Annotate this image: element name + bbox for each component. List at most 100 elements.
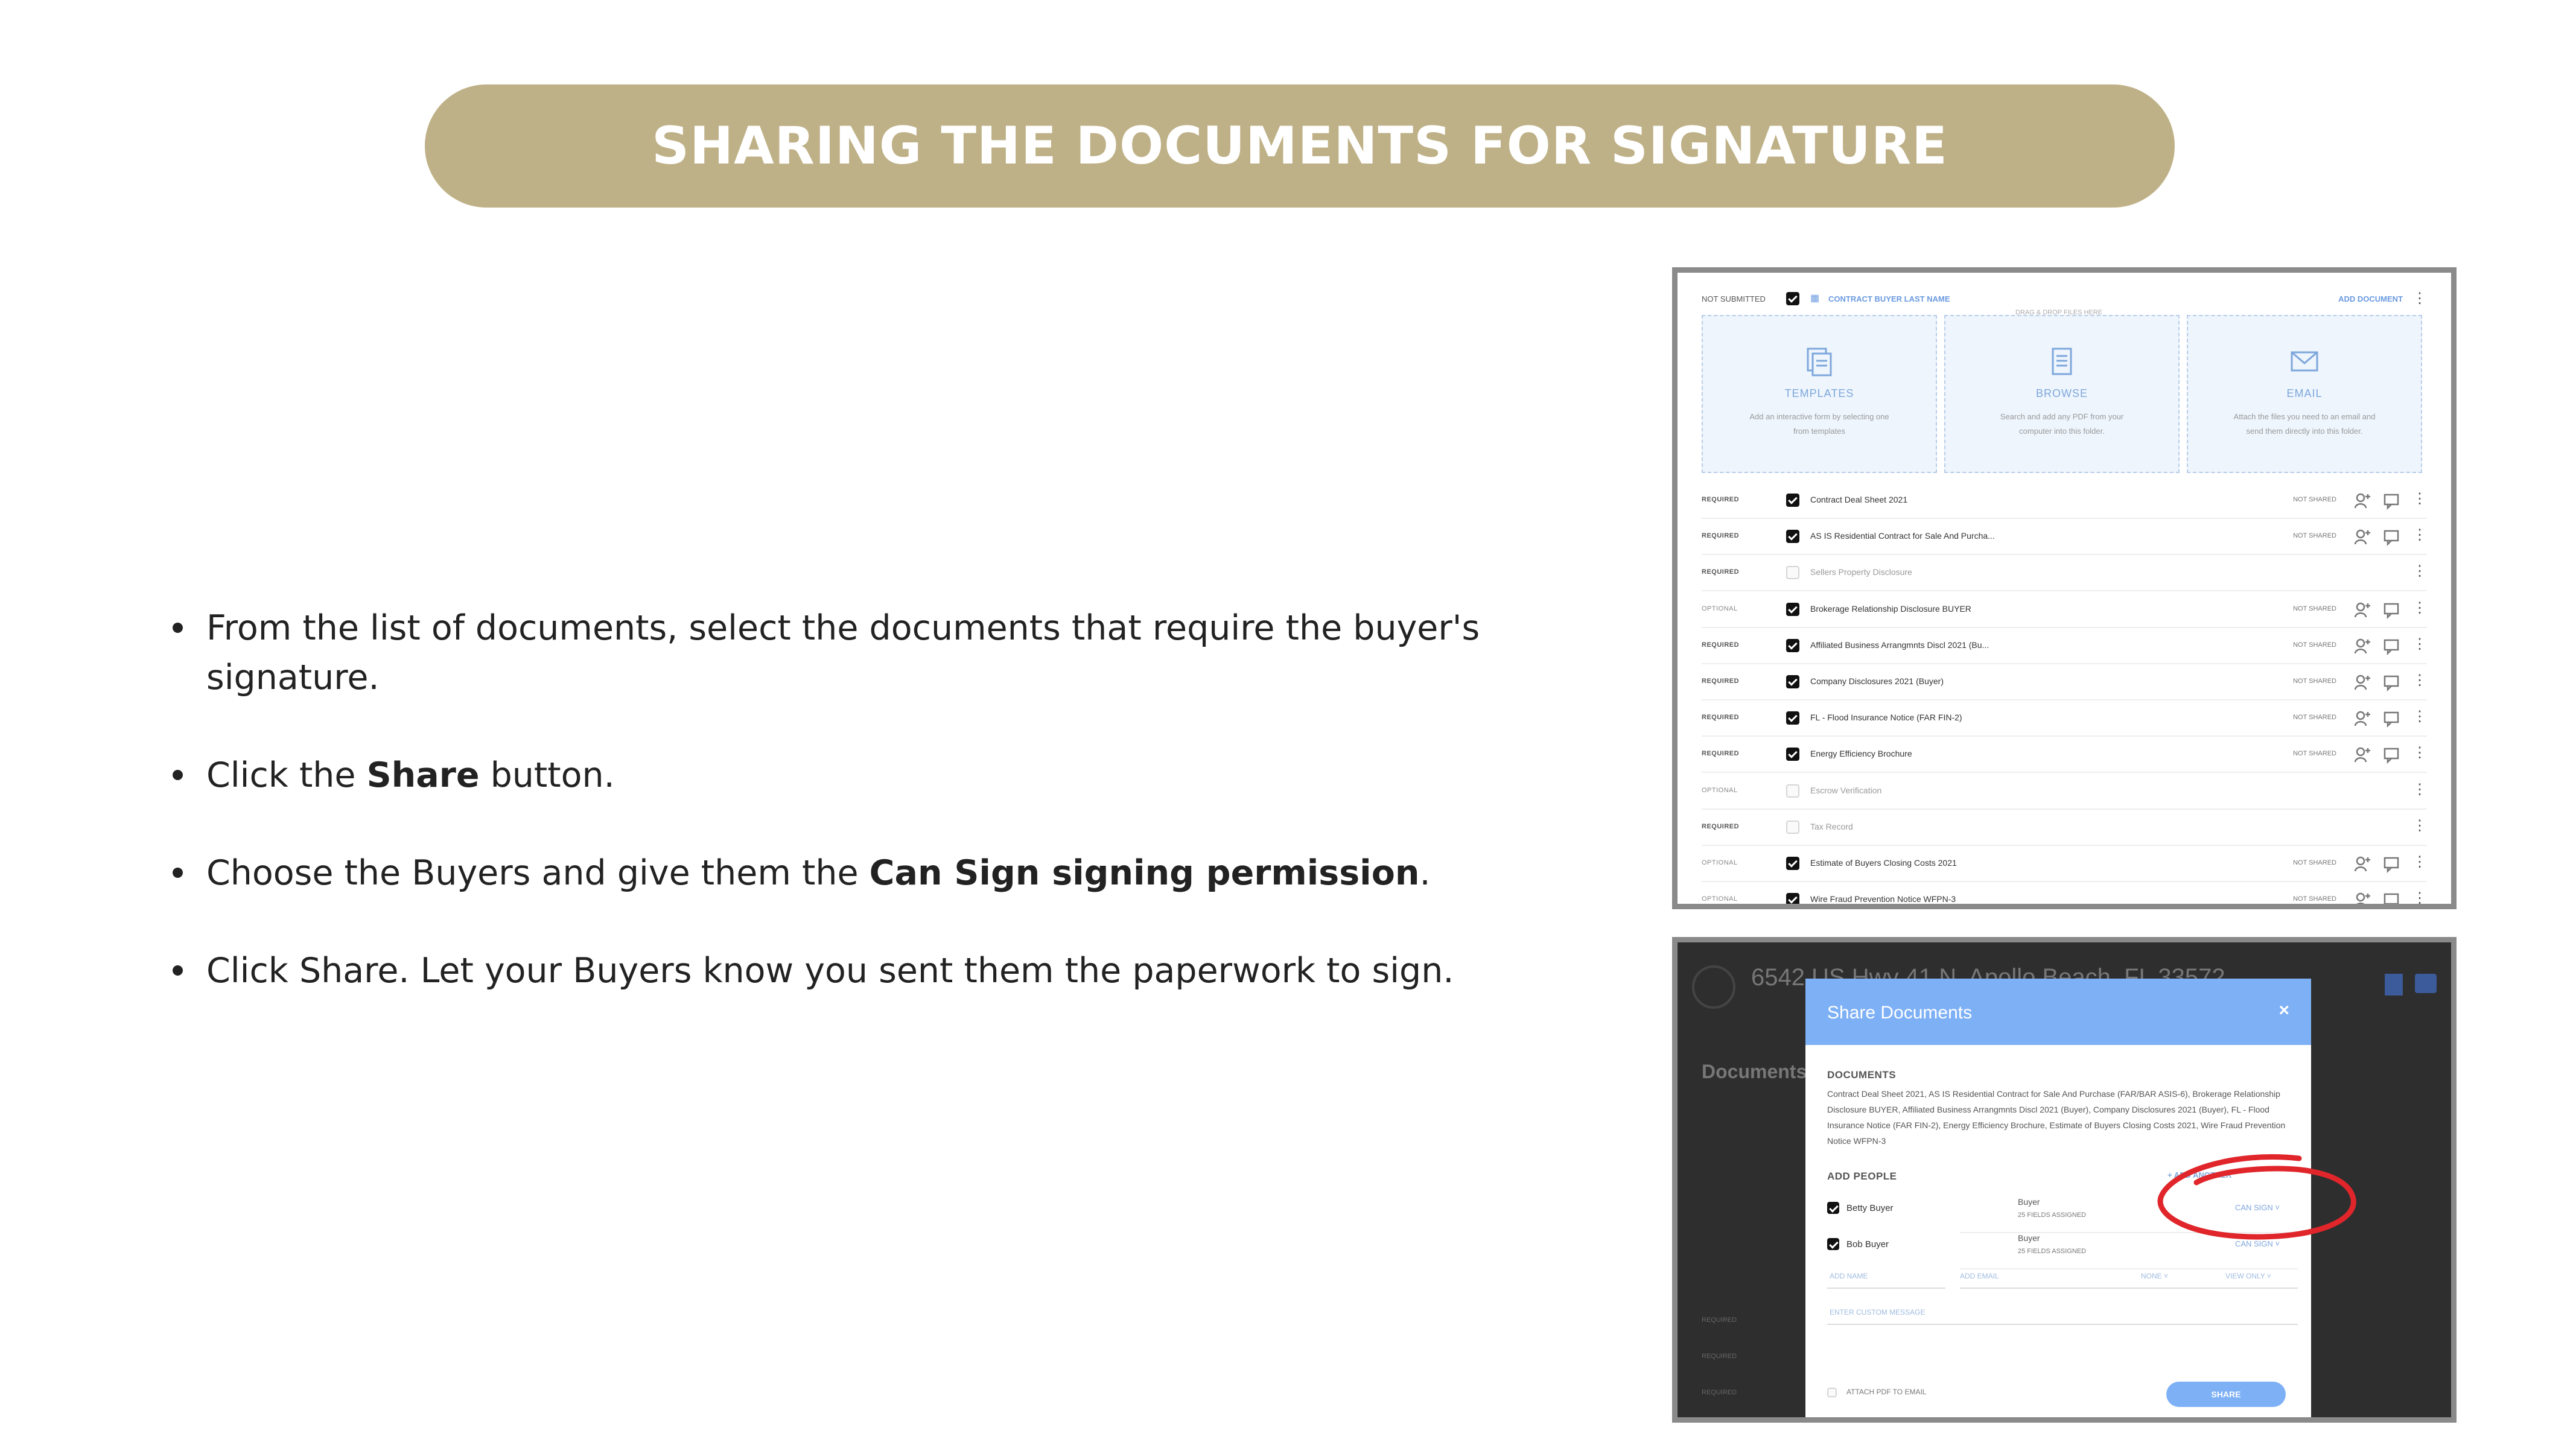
comment-icon[interactable] [2382,855,2400,873]
document-name[interactable]: Brokerage Relationship Disclosure BUYER [1810,604,1971,614]
comment-icon[interactable] [2382,492,2400,510]
assign-person-icon[interactable] [2353,710,2371,728]
more-options-icon[interactable]: ⋮ [2412,635,2427,653]
document-row[interactable]: REQUIRED Energy Efficiency Brochure NOT SH… [1702,737,2427,773]
more-options-icon[interactable]: ⋮ [2412,599,2427,617]
card-title: EMAIL [2286,387,2323,399]
document-name[interactable]: Sellers Property Disclosure [1810,567,1912,577]
document-row[interactable]: REQUIRED FL - Flood Insurance Notice (FAR… [1702,700,2427,737]
person-checkbox[interactable] [1827,1202,1839,1214]
assign-person-icon[interactable] [2353,637,2371,655]
document-name[interactable]: Company Disclosures 2021 (Buyer) [1810,676,1944,686]
documents-label: DOCUMENTS [1827,1069,1897,1081]
browse-card[interactable]: BROWSE Search and add any PDF from your … [1944,315,2180,473]
comment-icon[interactable] [2382,673,2400,691]
document-row[interactable]: REQUIRED AS IS Residential Contract for S… [1702,519,2427,556]
person-checkbox[interactable] [1827,1238,1839,1250]
more-options-icon[interactable]: ⋮ [2412,708,2427,725]
more-options-icon[interactable]: ⋮ [2412,853,2427,871]
attach-pdf-option[interactable]: ATTACH PDF TO EMAIL [1827,1388,1926,1397]
document-checkbox[interactable] [1786,893,1799,904]
more-options-icon[interactable]: ⋮ [2412,562,2427,580]
role-select[interactable]: NONE ˅ [2141,1272,2168,1280]
requirement-label: REQUIRED [1702,641,1740,649]
share-button[interactable]: SHARE [2166,1382,2286,1407]
templates-card[interactable]: TEMPLATES Add an interactive form by sel… [1702,315,1937,473]
document-checkbox[interactable] [1786,820,1799,834]
document-row[interactable]: REQUIRED Tax Record ⋮ [1702,810,2427,846]
document-name[interactable]: Tax Record [1810,822,1853,831]
document-checkbox[interactable] [1786,675,1799,688]
document-row[interactable]: OPTIONAL Estimate of Buyers Closing Costs… [1702,846,2427,882]
folder-name[interactable]: CONTRACT BUYER LAST NAME [1828,294,1950,303]
document-checkbox[interactable] [1786,602,1799,616]
add-another-button[interactable]: + ADD ANOTHER [2167,1170,2231,1180]
document-row[interactable]: OPTIONAL Escrow Verification ⋮ [1702,773,2427,810]
document-name[interactable]: Estimate of Buyers Closing Costs 2021 [1810,858,1957,868]
close-icon[interactable]: × [2279,1000,2289,1021]
document-checkbox[interactable] [1786,857,1799,870]
add-email-input[interactable]: ADD EMAIL [1960,1272,1999,1280]
document-checkbox[interactable] [1786,748,1799,761]
document-checkbox[interactable] [1786,711,1799,725]
more-options-icon[interactable]: ⋮ [2412,490,2427,507]
assign-person-icon[interactable] [2353,891,2371,909]
person-fields: 25 FIELDS ASSIGNED [2018,1211,2087,1219]
more-options-icon[interactable]: ⋮ [2412,672,2427,689]
assign-person-icon[interactable] [2353,528,2371,546]
comment-icon[interactable] [2382,601,2400,619]
add-name-input[interactable]: ADD NAME [1830,1272,1868,1280]
document-checkbox[interactable] [1786,784,1799,798]
document-row[interactable]: REQUIRED Sellers Property Disclosure ⋮ [1702,555,2427,592]
add-document-button[interactable]: ADD DOCUMENT [2338,294,2403,303]
person-row: Betty Buyer Buyer 25 FIELDS ASSIGNED CAN… [1827,1197,2298,1233]
documents-list-screenshot: NOT SUBMITTED ▦ CONTRACT BUYER LAST NAME… [1672,267,2457,909]
document-name[interactable]: Affiliated Business Arrangmnts Discl 202… [1810,640,1989,650]
permission-dropdown[interactable]: CAN SIGN ˅ [2235,1203,2280,1212]
attach-pdf-checkbox[interactable] [1827,1388,1837,1397]
comment-icon[interactable] [2382,746,2400,764]
permission-dropdown[interactable]: CAN SIGN ˅ [2235,1239,2280,1248]
more-options-icon[interactable]: ⋮ [2412,781,2427,798]
person-name: Betty Buyer [1846,1203,1894,1213]
assign-person-icon[interactable] [2353,855,2371,873]
document-name[interactable]: AS IS Residential Contract for Sale And … [1810,531,1995,541]
comment-icon[interactable] [2382,710,2400,728]
document-name[interactable]: Contract Deal Sheet 2021 [1810,495,1907,504]
assign-person-icon[interactable] [2353,673,2371,691]
folder-checkbox[interactable] [1786,292,1799,305]
page-title: SHARING THE DOCUMENTS FOR SIGNATURE [652,116,1948,176]
assign-person-icon[interactable] [2353,601,2371,619]
person-fields: 25 FIELDS ASSIGNED [2018,1248,2087,1255]
comment-icon[interactable] [2382,528,2400,547]
document-name[interactable]: Wire Fraud Prevention Notice WFPN-3 [1810,894,1956,904]
document-row[interactable]: REQUIRED Contract Deal Sheet 2021 NOT SHAR… [1702,483,2427,519]
document-name[interactable]: Energy Efficiency Brochure [1810,749,1912,758]
permission-select[interactable]: VIEW ONLY ˅ [2225,1272,2271,1280]
more-options-icon[interactable]: ⋮ [2412,744,2427,761]
document-checkbox[interactable] [1786,494,1799,507]
instruction-text: . [1419,853,1431,893]
requirement-label: REQUIRED [1702,714,1740,722]
assign-person-icon[interactable] [2353,492,2371,510]
document-checkbox[interactable] [1786,566,1799,580]
more-options-icon[interactable]: ⋮ [2412,290,2427,307]
document-checkbox[interactable] [1786,638,1799,652]
more-options-icon[interactable]: ⋮ [2412,526,2427,544]
document-row[interactable]: REQUIRED Affiliated Business Arrangmnts D… [1702,628,2427,664]
document-row[interactable]: OPTIONAL Wire Fraud Prevention Notice WFP… [1702,882,2427,909]
email-card[interactable]: EMAIL Attach the files you need to an em… [2187,315,2422,473]
divider [1960,1288,2298,1289]
instruction-item: Click the Share button. [169,751,1496,800]
document-name[interactable]: Escrow Verification [1810,786,1881,795]
comment-icon[interactable] [2382,637,2400,655]
assign-person-icon[interactable] [2353,746,2371,764]
document-row[interactable]: OPTIONAL Brokerage Relationship Disclosur… [1702,592,2427,628]
document-row[interactable]: REQUIRED Company Disclosures 2021 (Buyer)… [1702,664,2427,700]
document-checkbox[interactable] [1786,530,1799,544]
custom-message-input[interactable]: ENTER CUSTOM MESSAGE [1830,1308,1925,1316]
document-name[interactable]: FL - Flood Insurance Notice (FAR FIN-2) [1810,713,1962,722]
comment-icon[interactable] [2382,891,2400,909]
more-options-icon[interactable]: ⋮ [2412,817,2427,834]
more-options-icon[interactable]: ⋮ [2412,889,2427,904]
